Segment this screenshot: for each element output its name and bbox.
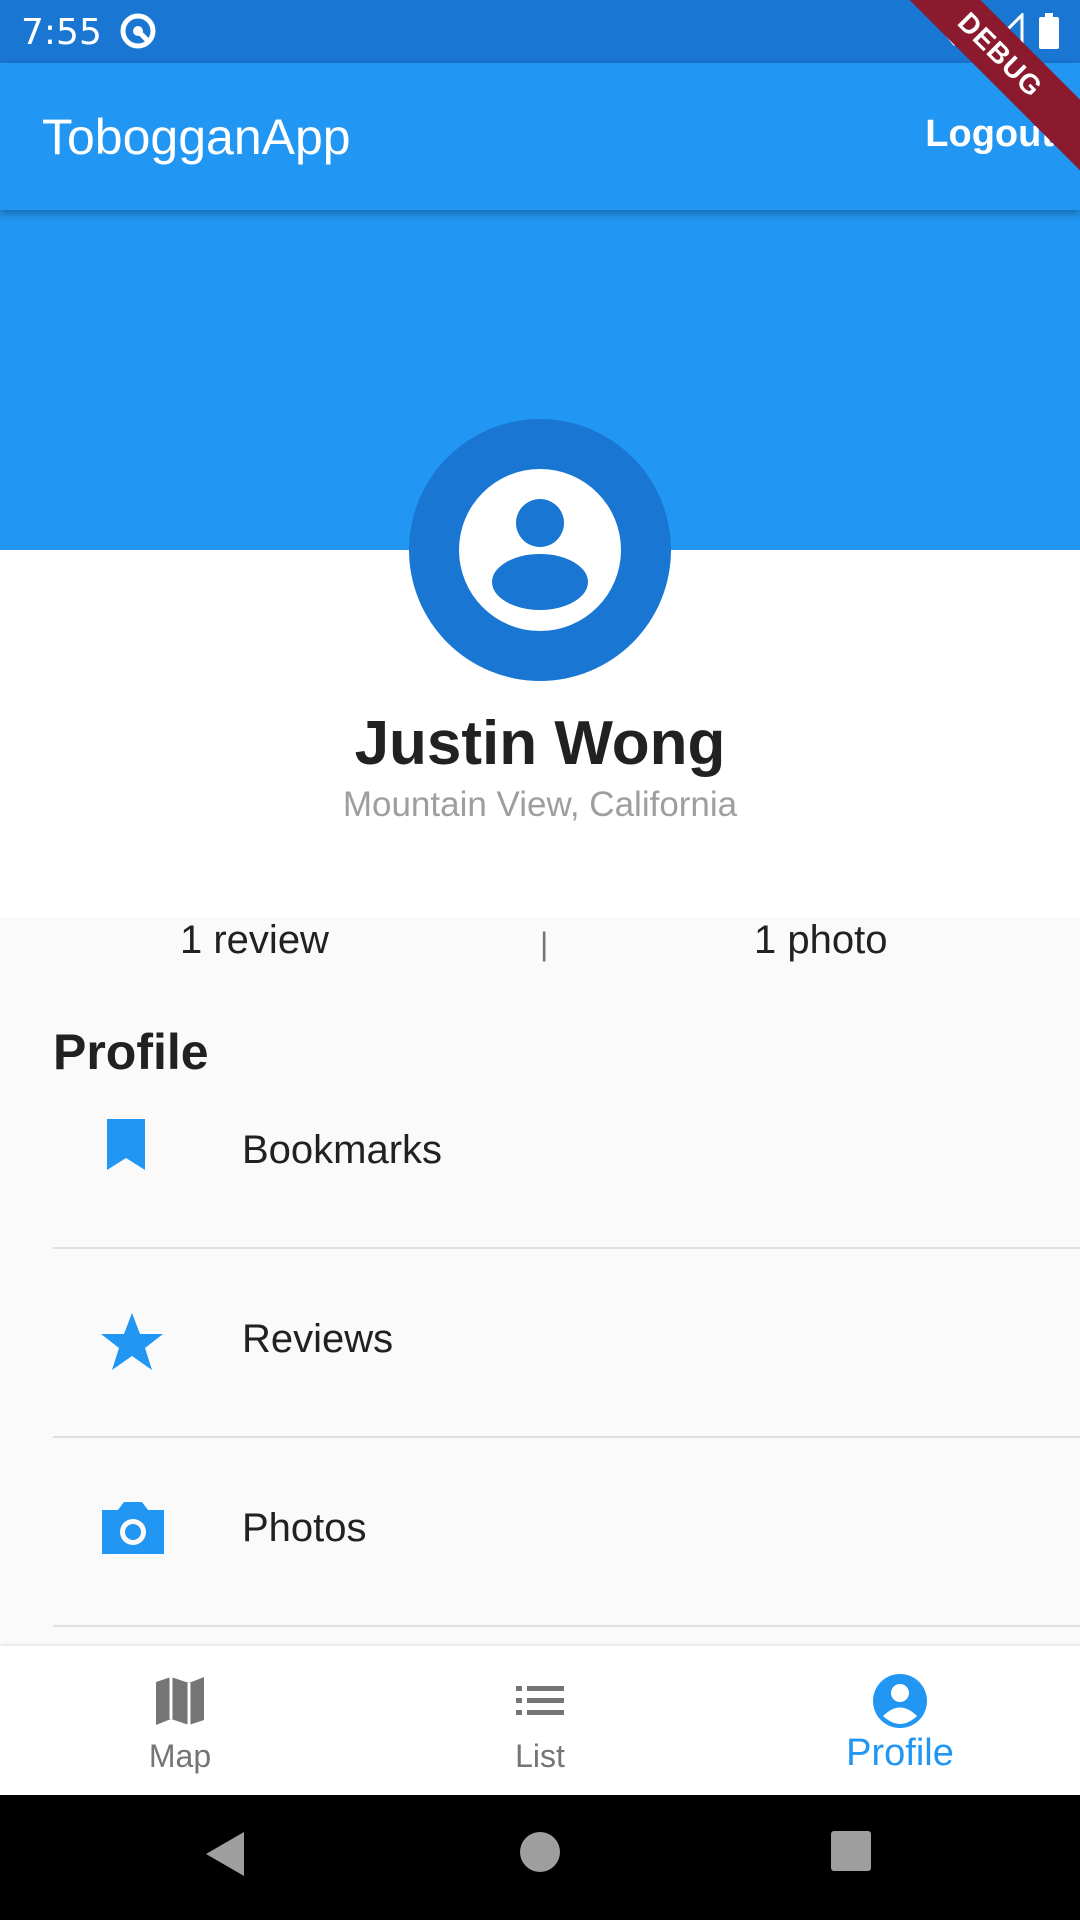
list-item-label: Bookmarks	[242, 1128, 443, 1172]
home-button[interactable]	[518, 1830, 562, 1879]
list-item-label: Reviews	[242, 1317, 394, 1361]
review-count: 1 review	[180, 918, 329, 962]
nav-item-list[interactable]: List	[360, 1646, 720, 1795]
app-notification-icon	[118, 11, 158, 56]
system-navigation-bar	[0, 1795, 1080, 1920]
list-item-reviews[interactable]: Reviews	[0, 1249, 1080, 1438]
profile-name: Justin Wong	[354, 709, 726, 778]
status-bar: 7:55	[0, 0, 1080, 63]
divider	[53, 1625, 1080, 1627]
list-item-photos[interactable]: Photos	[0, 1438, 1080, 1627]
camera-icon	[98, 1492, 170, 1564]
photo-count: 1 photo	[754, 918, 888, 962]
battery-icon	[1038, 13, 1060, 54]
app-bar: TobogganApp Logout	[0, 63, 1080, 210]
list-icon	[513, 1674, 567, 1728]
bookmark-icon	[98, 1114, 170, 1186]
app-title: TobogganApp	[42, 109, 351, 165]
nav-label: Profile	[846, 1732, 954, 1774]
list-item-bookmarks[interactable]: Bookmarks	[0, 1060, 1080, 1249]
account-circle-icon	[873, 1674, 927, 1728]
nav-label: Map	[148, 1738, 212, 1774]
map-icon	[153, 1674, 207, 1728]
star-icon	[98, 1303, 170, 1375]
nav-item-map[interactable]: Map	[0, 1646, 360, 1795]
bottom-navigation: Map List Profile	[0, 1646, 1080, 1795]
profile-location: Mountain View, California	[342, 785, 738, 824]
recents-button[interactable]	[830, 1830, 872, 1877]
list-item-label: Photos	[242, 1506, 367, 1550]
stats-divider: |	[540, 926, 549, 962]
account-circle-icon	[459, 469, 621, 631]
back-button[interactable]	[204, 1830, 246, 1883]
status-time: 7:55	[21, 12, 102, 53]
avatar	[409, 419, 671, 681]
nav-item-profile[interactable]: Profile	[720, 1646, 1080, 1795]
nav-label: List	[515, 1738, 565, 1774]
